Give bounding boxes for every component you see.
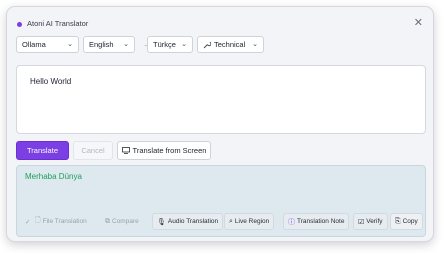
- source-text-input[interactable]: Hello World: [16, 65, 426, 134]
- translation-output: Merhaba Dünya ✓ 🗋 File Translation ⧉ Com…: [16, 165, 426, 237]
- screen-icon: [121, 147, 130, 154]
- engine-select[interactable]: Ollama ⌄: [16, 36, 79, 53]
- source-language-select[interactable]: English ⌄: [83, 36, 135, 53]
- region-search-icon: ⌕: [229, 217, 233, 225]
- window-title: Atoni AI Translator: [27, 19, 89, 28]
- compare-button[interactable]: ⧉ Compare: [101, 213, 143, 230]
- source-language-value: English: [89, 40, 114, 49]
- compare-icon: ⧉: [105, 217, 110, 225]
- target-language-value: Türkçe: [153, 40, 176, 49]
- engine-select-value: Ollama: [22, 40, 46, 49]
- file-translation-label: File Translation: [42, 218, 87, 225]
- app-dot-icon: [17, 22, 22, 27]
- translated-text: Merhaba Dünya: [25, 172, 82, 181]
- mode-select[interactable]: Technical ⌄: [197, 36, 264, 53]
- compare-label: Compare: [112, 218, 139, 225]
- copy-icon: ⎘: [395, 217, 401, 225]
- live-region-button[interactable]: ⌕ Live Region: [224, 213, 275, 230]
- title-bar: Atoni AI Translator ✕: [7, 7, 433, 33]
- cancel-button[interactable]: Cancel: [73, 141, 113, 160]
- mode-value: Technical: [214, 40, 246, 49]
- audio-translation-button[interactable]: 🎙 Audio Translation: [152, 213, 224, 230]
- translate-from-screen-button[interactable]: Translate from Screen: [117, 141, 211, 160]
- chevron-down-icon: ⌄: [252, 41, 258, 48]
- audio-translation-label: Audio Translation: [167, 218, 219, 225]
- copy-label: Copy: [402, 218, 418, 225]
- verify-icon: ☑: [358, 218, 365, 226]
- file-icon: 🗋: [35, 217, 41, 224]
- chevron-down-icon: ⌄: [67, 41, 73, 48]
- source-text: Hello World: [30, 77, 72, 86]
- copy-button[interactable]: ⎘ Copy: [390, 213, 423, 230]
- chevron-down-icon: ⌄: [181, 41, 187, 48]
- translate-from-screen-label: Translate from Screen: [132, 146, 207, 155]
- chevron-down-icon: ⌄: [123, 41, 129, 48]
- translation-note-label: Translation Note: [297, 218, 345, 225]
- translator-window: Atoni AI Translator ✕ Ollama ⌄ English ⌄…: [6, 6, 434, 242]
- microphone-icon: 🎙: [157, 218, 166, 226]
- verify-button[interactable]: ☑ Verify: [353, 213, 388, 230]
- live-region-label: Live Region: [234, 218, 270, 225]
- translation-note-button[interactable]: ⓘ Translation Note: [283, 213, 350, 230]
- translate-button[interactable]: Translate: [16, 141, 69, 160]
- info-icon: ⓘ: [288, 218, 295, 226]
- verify-label: Verify: [366, 218, 383, 225]
- wrench-icon: [203, 41, 211, 48]
- file-translation-button[interactable]: 🗋 File Translation: [31, 213, 91, 230]
- target-language-select[interactable]: Türkçe ⌄: [147, 36, 193, 53]
- close-icon[interactable]: ✕: [414, 16, 423, 29]
- output-toolbar: ✓ 🗋 File Translation ⧉ Compare 🎙 Audio T…: [21, 213, 423, 231]
